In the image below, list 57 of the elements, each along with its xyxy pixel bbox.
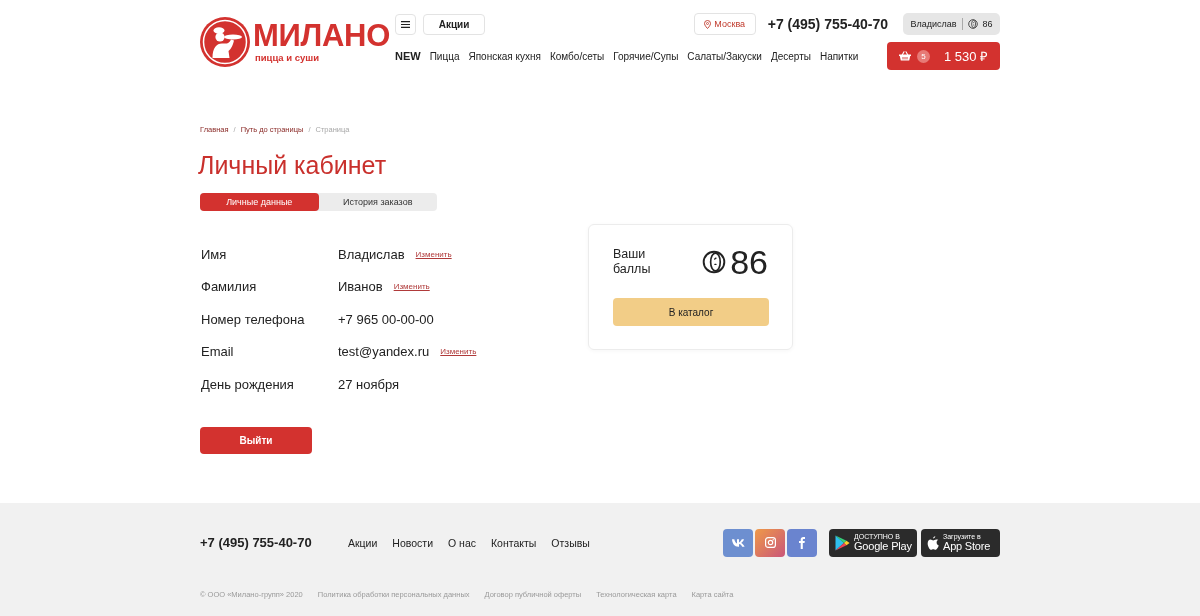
coin-icon bbox=[702, 250, 727, 274]
chef-emblem-icon bbox=[200, 17, 250, 67]
tab[interactable]: Личные данные bbox=[200, 193, 319, 211]
menu-button[interactable] bbox=[395, 13, 416, 35]
menu-icon bbox=[401, 20, 410, 28]
points-value: 86 bbox=[730, 245, 768, 279]
edit-link[interactable]: Изменить bbox=[415, 249, 452, 259]
instagram-logo-icon bbox=[764, 537, 776, 548]
logout-button[interactable]: Выйти bbox=[200, 426, 312, 454]
logo-wordmark: МИЛАНО bbox=[253, 20, 390, 52]
nav-link[interactable]: Японская кухня bbox=[468, 50, 541, 62]
tab[interactable]: История заказов bbox=[318, 193, 437, 211]
vk-logo-icon bbox=[731, 538, 745, 547]
nav-link[interactable]: Салаты/Закуски bbox=[687, 50, 762, 62]
instagram-button[interactable] bbox=[755, 528, 785, 557]
logo-tagline: пицца и суши bbox=[255, 53, 320, 64]
field-label: Фамилия bbox=[201, 279, 258, 295]
catalog-button[interactable]: В каталог bbox=[613, 298, 769, 326]
field-label: Имя bbox=[201, 246, 228, 262]
page-title: Личный кабинет bbox=[198, 150, 387, 180]
field-value: Владислав bbox=[338, 246, 405, 262]
field-label: Номер телефона bbox=[201, 311, 306, 327]
field-value: 27 ноября bbox=[338, 376, 400, 392]
basket-icon bbox=[899, 51, 911, 61]
points-label: Ваши баллы bbox=[613, 247, 652, 277]
footer-link[interactable]: Контакты bbox=[491, 536, 537, 549]
field-label: Email bbox=[201, 344, 235, 360]
field-label: День рождения bbox=[201, 376, 295, 392]
nav-link[interactable]: Горячие/Супы bbox=[613, 50, 679, 62]
field-value: Иванов bbox=[338, 279, 383, 295]
facebook-logo-icon bbox=[799, 536, 805, 549]
footer-link[interactable]: Акции bbox=[348, 536, 378, 549]
footer-phone[interactable]: +7 (495) 755-40-70 bbox=[200, 535, 348, 550]
nav-link[interactable]: Пицца bbox=[429, 50, 460, 62]
edit-link[interactable]: Изменить bbox=[440, 347, 477, 357]
vk-button[interactable] bbox=[723, 528, 753, 557]
header-phone[interactable]: +7 (495) 755-40-70 bbox=[767, 16, 888, 32]
edit-link[interactable]: Изменить bbox=[393, 282, 430, 292]
field-value: test@yandex.ru bbox=[338, 344, 430, 360]
user-account-button[interactable]: Владислав 86 bbox=[903, 13, 1000, 35]
footer-link[interactable]: О нас bbox=[448, 536, 476, 549]
cart-button[interactable]: 5 1 530 ₽ bbox=[887, 42, 1000, 70]
field-value: +7 965 00-00-00 bbox=[338, 311, 434, 327]
nav-link[interactable]: Десерты bbox=[770, 50, 811, 62]
apple-logo-icon bbox=[927, 535, 939, 550]
nav-link[interactable]: Комбо/сеты bbox=[549, 50, 605, 62]
promo-button[interactable]: Акции bbox=[423, 13, 485, 35]
location-pin-icon bbox=[704, 19, 712, 29]
play-triangle-icon bbox=[835, 534, 850, 551]
footer-link[interactable]: Новости bbox=[392, 536, 433, 549]
nav-link[interactable]: Напитки bbox=[819, 50, 859, 62]
footer-link[interactable]: Отзывы bbox=[551, 536, 590, 549]
facebook-button[interactable] bbox=[787, 528, 817, 557]
coin-icon bbox=[967, 19, 978, 29]
city-button[interactable]: Москва bbox=[693, 13, 756, 35]
nav-link[interactable]: NEW bbox=[395, 50, 421, 62]
cart-count-badge: 5 bbox=[917, 49, 930, 63]
